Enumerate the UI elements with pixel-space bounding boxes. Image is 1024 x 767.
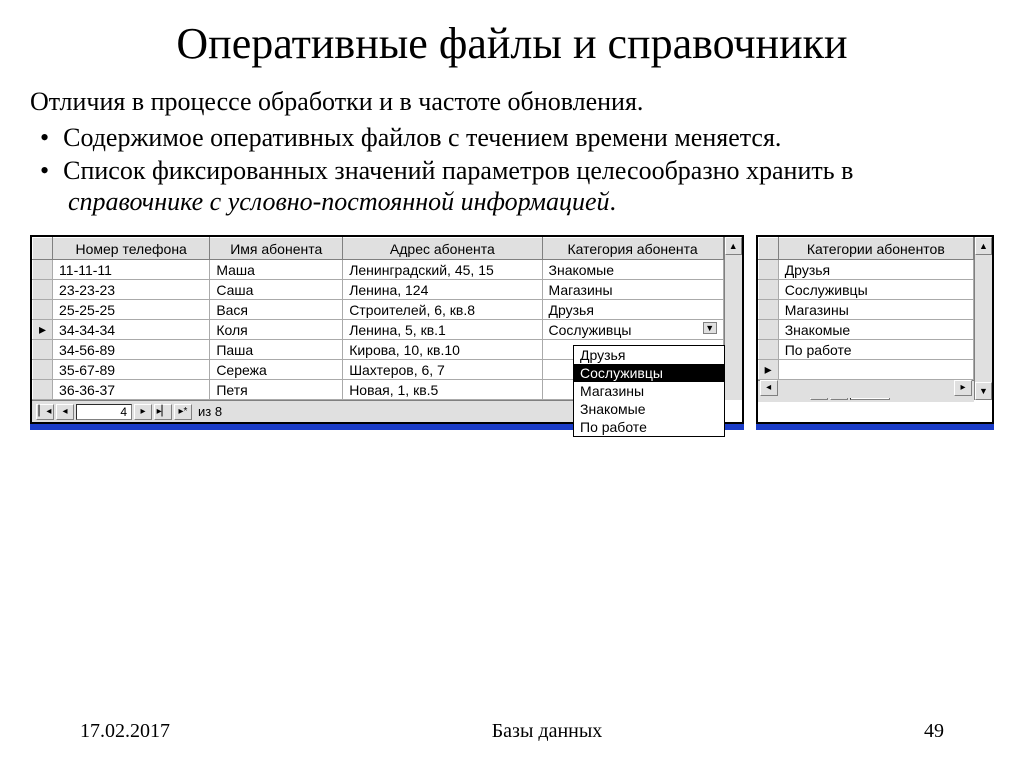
- cell[interactable]: Сережа: [210, 360, 343, 380]
- bullet-list: Содержимое оперативных файлов с течением…: [30, 122, 994, 218]
- page-title: Оперативные файлы и справочники: [30, 20, 994, 68]
- scroll-left-icon-r[interactable]: ◂: [760, 380, 778, 396]
- col-category[interactable]: Категория абонента: [542, 238, 723, 260]
- cell[interactable]: Маша: [210, 260, 343, 280]
- slide-footer: 17.02.2017 Базы данных 49: [0, 720, 1024, 743]
- dropdown-option[interactable]: По работе: [574, 418, 724, 436]
- row-selector[interactable]: [758, 340, 778, 360]
- cell[interactable]: Паша: [210, 340, 343, 360]
- corner-cell-right: [758, 238, 778, 260]
- row-selector[interactable]: [758, 320, 778, 340]
- cell[interactable]: 34-34-34: [53, 320, 210, 340]
- intro-text: Отличия в процессе обработки и в частоте…: [30, 86, 994, 117]
- table-row[interactable]: Знакомые: [758, 320, 973, 340]
- cell[interactable]: Знакомые: [778, 320, 973, 340]
- table-row[interactable]: Друзья: [758, 260, 973, 280]
- scroll-down-icon-r[interactable]: ▼: [975, 382, 992, 400]
- cell[interactable]: Коля: [210, 320, 343, 340]
- table-row[interactable]: 25-25-25ВасяСтроителей, 6, кв.8Друзья: [33, 300, 724, 320]
- cell[interactable]: Ленина, 5, кв.1: [343, 320, 542, 340]
- cell[interactable]: Сослуживцы ▼: [542, 320, 723, 340]
- row-selector[interactable]: [33, 340, 53, 360]
- table-row[interactable]: Магазины: [758, 300, 973, 320]
- col-name[interactable]: Имя абонента: [210, 238, 343, 260]
- footer-center: Базы данных: [492, 720, 603, 743]
- nav-last-button[interactable]: ▸▏: [154, 404, 172, 420]
- table-row[interactable]: ▸34-34-34КоляЛенина, 5, кв.1Сослуживцы ▼: [33, 320, 724, 340]
- cell[interactable]: Ленина, 124: [343, 280, 542, 300]
- cell[interactable]: Магазины: [778, 300, 973, 320]
- dropdown-arrow-icon[interactable]: ▼: [703, 322, 717, 334]
- cell[interactable]: Строителей, 6, кв.8: [343, 300, 542, 320]
- scroll-right-icon-r[interactable]: ▸: [954, 380, 972, 396]
- nav-position-input[interactable]: 4: [76, 404, 132, 420]
- scroll-up-icon[interactable]: ▲: [725, 237, 742, 255]
- dropdown-option[interactable]: Знакомые: [574, 400, 724, 418]
- cell[interactable]: 25-25-25: [53, 300, 210, 320]
- cell[interactable]: [778, 360, 973, 380]
- cell[interactable]: Новая, 1, кв.5: [343, 380, 542, 400]
- table-row[interactable]: 23-23-23СашаЛенина, 124Магазины: [33, 280, 724, 300]
- cell[interactable]: Кирова, 10, кв.10: [343, 340, 542, 360]
- cell[interactable]: Саша: [210, 280, 343, 300]
- cell[interactable]: Вася: [210, 300, 343, 320]
- table-row[interactable]: 11-11-11МашаЛенинградский, 45, 15Знакомы…: [33, 260, 724, 280]
- table-row[interactable]: По работе: [758, 340, 973, 360]
- col-address[interactable]: Адрес абонента: [343, 238, 542, 260]
- nav-next-button[interactable]: ▸: [134, 404, 152, 420]
- corner-cell: [33, 238, 53, 260]
- categories-table: Категории абонентов ДрузьяСослуживцыМага…: [758, 237, 974, 380]
- dropdown-option[interactable]: Магазины: [574, 382, 724, 400]
- nav-new-button[interactable]: ▸*: [174, 404, 192, 420]
- footer-date: 17.02.2017: [80, 720, 170, 743]
- dropdown-option[interactable]: Сослуживцы: [574, 364, 724, 382]
- cell[interactable]: Магазины: [542, 280, 723, 300]
- cell[interactable]: Шахтеров, 6, 7: [343, 360, 542, 380]
- col-phone[interactable]: Номер телефона: [53, 238, 210, 260]
- row-selector[interactable]: ▸: [33, 320, 53, 340]
- nav-prev-button[interactable]: ◂: [56, 404, 74, 420]
- row-selector[interactable]: ▸: [758, 360, 778, 380]
- cell[interactable]: 35-67-89: [53, 360, 210, 380]
- dropdown-option[interactable]: Друзья: [574, 346, 724, 364]
- right-vertical-scrollbar[interactable]: ▲ ▼: [974, 237, 992, 400]
- cell[interactable]: Знакомые: [542, 260, 723, 280]
- footer-page: 49: [924, 720, 944, 743]
- cell[interactable]: Друзья: [542, 300, 723, 320]
- left-db-window: Номер телефона Имя абонента Адрес абонен…: [30, 235, 744, 424]
- cell[interactable]: 36-36-37: [53, 380, 210, 400]
- category-dropdown[interactable]: ДрузьяСослуживцыМагазиныЗнакомыеПо работ…: [573, 345, 725, 437]
- left-vertical-scrollbar[interactable]: ▲: [724, 237, 742, 400]
- cell[interactable]: 23-23-23: [53, 280, 210, 300]
- bullet-2: Список фиксированных значений параметров…: [40, 155, 994, 217]
- row-selector[interactable]: [33, 280, 53, 300]
- bullet-1: Содержимое оперативных файлов с течением…: [40, 122, 994, 153]
- col-categories[interactable]: Категории абонентов: [778, 238, 973, 260]
- row-selector[interactable]: [758, 300, 778, 320]
- table-row[interactable]: Сослуживцы: [758, 280, 973, 300]
- nav-total-label: из 8: [198, 404, 222, 419]
- cell[interactable]: Ленинградский, 45, 15: [343, 260, 542, 280]
- cell[interactable]: 34-56-89: [53, 340, 210, 360]
- row-selector[interactable]: [33, 360, 53, 380]
- right-db-window: Категории абонентов ДрузьяСослуживцыМага…: [756, 235, 994, 424]
- cell[interactable]: Друзья: [778, 260, 973, 280]
- row-selector[interactable]: [758, 280, 778, 300]
- scroll-up-icon-r[interactable]: ▲: [975, 237, 992, 255]
- row-selector[interactable]: [33, 260, 53, 280]
- row-selector[interactable]: [33, 300, 53, 320]
- nav-first-button[interactable]: ▏◂: [36, 404, 54, 420]
- cell[interactable]: Петя: [210, 380, 343, 400]
- cell[interactable]: 11-11-11: [53, 260, 210, 280]
- cell[interactable]: Сослуживцы: [778, 280, 973, 300]
- row-selector[interactable]: [33, 380, 53, 400]
- row-selector[interactable]: [758, 260, 778, 280]
- cell[interactable]: По работе: [778, 340, 973, 360]
